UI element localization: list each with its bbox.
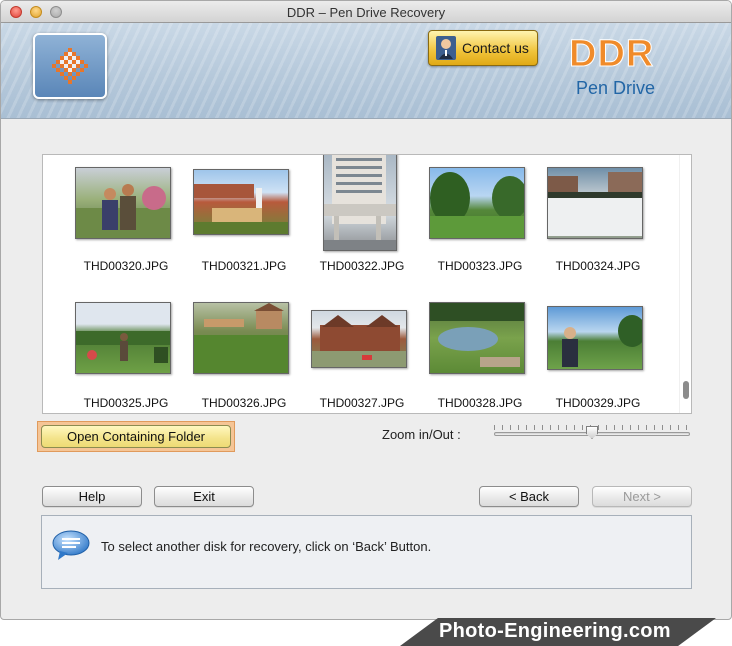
cottage-garden-photo-icon <box>194 303 288 373</box>
park-photo-icon <box>430 172 524 238</box>
thumbnail-item[interactable]: THD00321.JPG <box>185 163 303 293</box>
window-title: DDR – Pen Drive Recovery <box>286 5 446 20</box>
photo-thumbnail[interactable] <box>429 167 525 239</box>
thumbnail-scrollbar[interactable] <box>679 155 691 413</box>
app-logo <box>33 33 107 99</box>
zoom-label: Zoom in/Out : <box>382 427 461 442</box>
photo-thumbnail[interactable] <box>193 302 289 374</box>
thumbnail-label: THD00320.JPG <box>83 259 169 273</box>
thumbnail-grid[interactable]: THD00320.JPG THD00321.JPG THD00322.JPG T… <box>42 154 692 414</box>
hedge-garden-photo-icon <box>76 331 170 363</box>
thumbnail-label: THD00323.JPG <box>437 259 523 273</box>
thumbnail-label: THD00329.JPG <box>555 396 641 410</box>
thumbnail-item[interactable]: THD00322.JPG <box>303 155 421 285</box>
thumbnail-item[interactable]: THD00329.JPG <box>539 300 657 413</box>
photo-thumbnail[interactable] <box>323 155 397 251</box>
checker-logo-icon <box>52 48 88 84</box>
person-icon <box>436 36 456 60</box>
photo-thumbnail[interactable] <box>75 167 171 239</box>
open-folder-highlight: Open Containing Folder <box>37 421 235 452</box>
photo-thumbnail[interactable] <box>193 169 289 235</box>
zoom-slider-thumb[interactable] <box>586 426 598 439</box>
couple-photo-icon <box>76 184 170 238</box>
garden-photo-icon <box>194 184 288 234</box>
contact-us-button[interactable]: Contact us <box>428 30 538 66</box>
back-button[interactable]: < Back <box>479 486 579 507</box>
thumbnail-item[interactable]: THD00323.JPG <box>421 163 539 293</box>
thumbnail-item[interactable]: THD00324.JPG <box>539 163 657 293</box>
lawn-portrait-photo-icon <box>562 315 642 367</box>
status-panel: To select another disk for recovery, cli… <box>41 515 692 589</box>
thumbnail-item[interactable]: THD00325.JPG <box>67 300 185 413</box>
photo-thumbnail[interactable] <box>311 310 407 368</box>
help-button[interactable]: Help <box>42 486 142 507</box>
header-banner: Contact us DDR Pen Drive <box>1 23 731 119</box>
scrollbar-knob[interactable] <box>683 381 689 399</box>
thumbnail-item[interactable]: THD00326.JPG <box>185 300 303 413</box>
title-bar[interactable]: DDR – Pen Drive Recovery <box>1 1 731 23</box>
photo-thumbnail[interactable] <box>429 302 525 374</box>
photo-thumbnail[interactable] <box>75 302 171 374</box>
photo-thumbnail[interactable] <box>547 306 643 370</box>
app-window: DDR – Pen Drive Recovery Contact us DDR … <box>0 0 732 620</box>
building-photo-icon <box>324 155 396 250</box>
thumbnail-label: THD00327.JPG <box>319 396 405 410</box>
photo-thumbnail[interactable] <box>547 167 643 239</box>
contact-us-label: Contact us <box>462 40 529 56</box>
pond-photo-icon <box>430 303 524 367</box>
product-name: Pen Drive <box>576 78 656 98</box>
snowy-yard-photo-icon <box>548 172 642 236</box>
next-button: Next > <box>592 486 692 507</box>
thumbnail-label: THD00322.JPG <box>319 259 405 273</box>
thumbnail-item[interactable]: THD00327.JPG <box>303 300 421 413</box>
thumbnail-item[interactable]: THD00320.JPG <box>67 163 185 293</box>
status-message: To select another disk for recovery, cli… <box>101 539 432 554</box>
thumbnail-label: THD00324.JPG <box>555 259 641 273</box>
thumbnail-label: THD00326.JPG <box>201 396 287 410</box>
watermark-text: Photo-Engineering.com <box>439 620 671 642</box>
thumbnail-item[interactable]: THD00328.JPG <box>421 300 539 413</box>
thumbnail-label: THD00321.JPG <box>201 259 287 273</box>
mansion-photo-icon <box>312 315 406 367</box>
open-containing-folder-button[interactable]: Open Containing Folder <box>41 425 231 448</box>
brand-logo-text: DDR <box>568 33 655 76</box>
thumbnail-label: THD00325.JPG <box>83 396 169 410</box>
speech-bubble-icon <box>52 530 90 560</box>
thumbnail-label: THD00328.JPG <box>437 396 523 410</box>
exit-button[interactable]: Exit <box>154 486 254 507</box>
